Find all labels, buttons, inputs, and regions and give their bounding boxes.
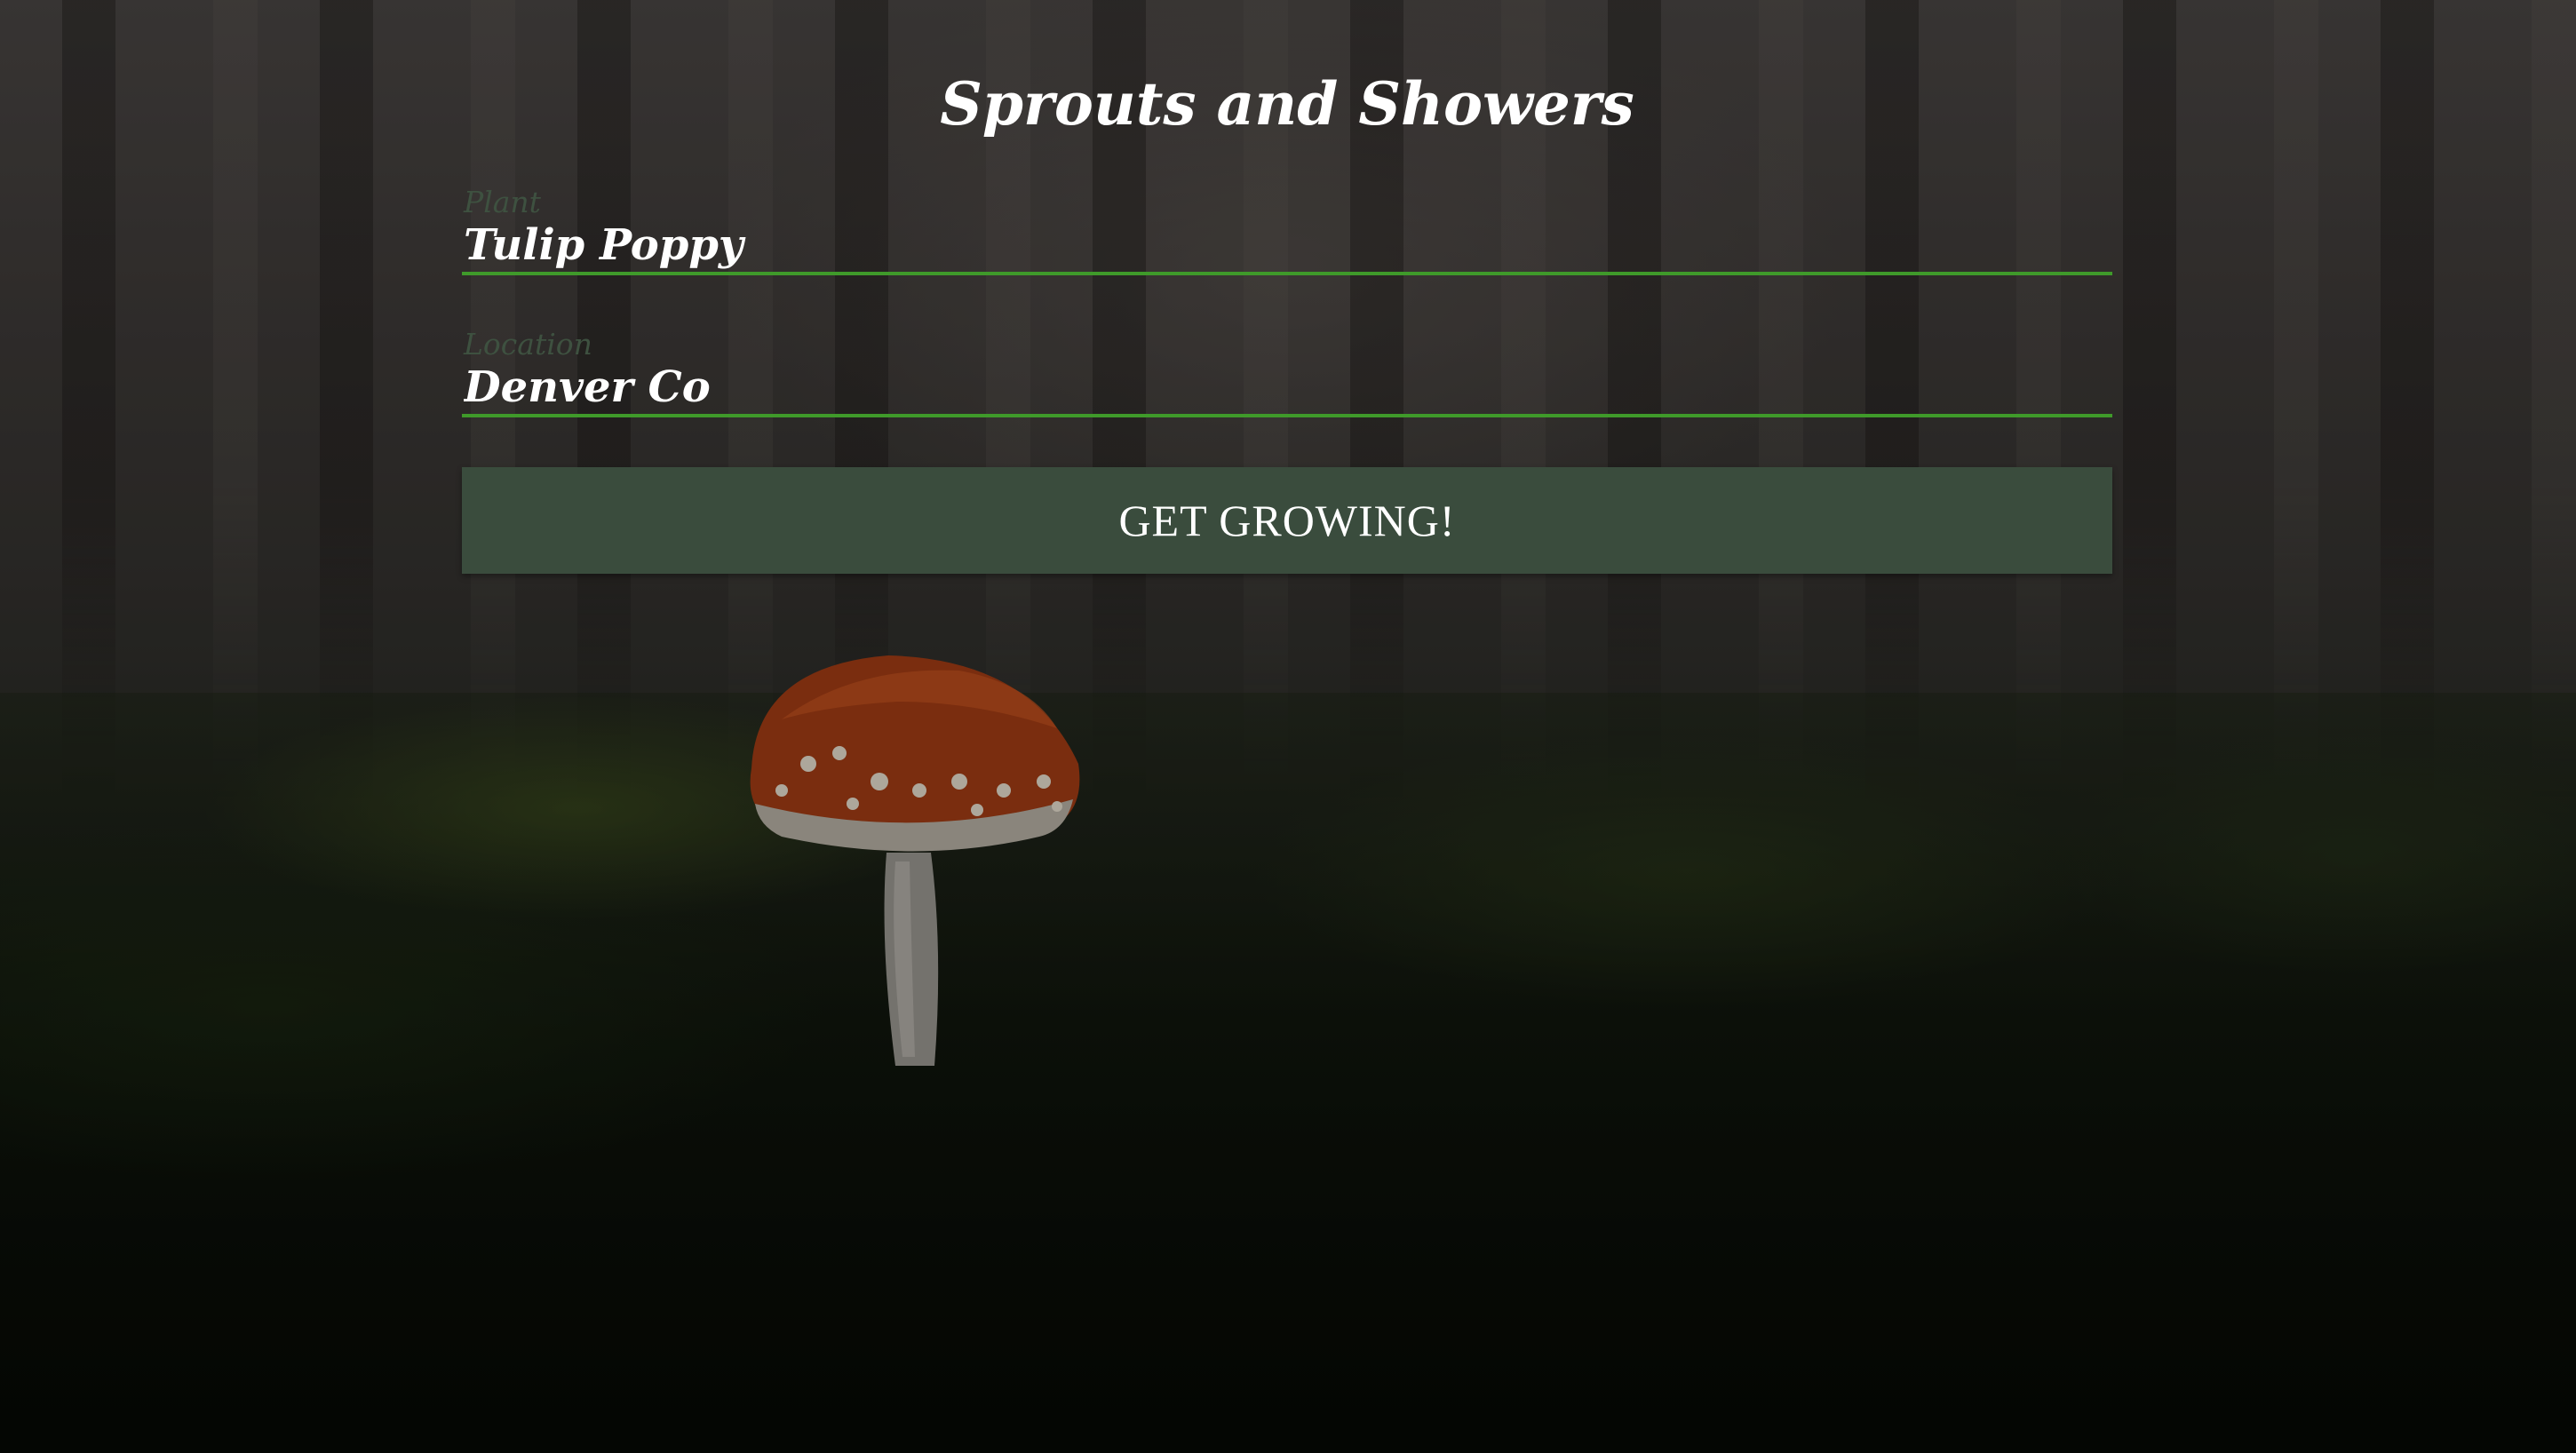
- get-growing-button[interactable]: GET GROWING!: [462, 467, 2112, 574]
- location-label: Location: [464, 327, 592, 361]
- location-field: Location: [462, 327, 2112, 433]
- plant-label: Plant: [464, 185, 541, 219]
- plant-input[interactable]: [462, 218, 2112, 275]
- plant-field: Plant: [462, 185, 2112, 291]
- location-input[interactable]: [462, 361, 2112, 417]
- page: Sprouts and Showers Plant Location GET G…: [0, 0, 2576, 1453]
- app-title: Sprouts and Showers: [940, 69, 1634, 139]
